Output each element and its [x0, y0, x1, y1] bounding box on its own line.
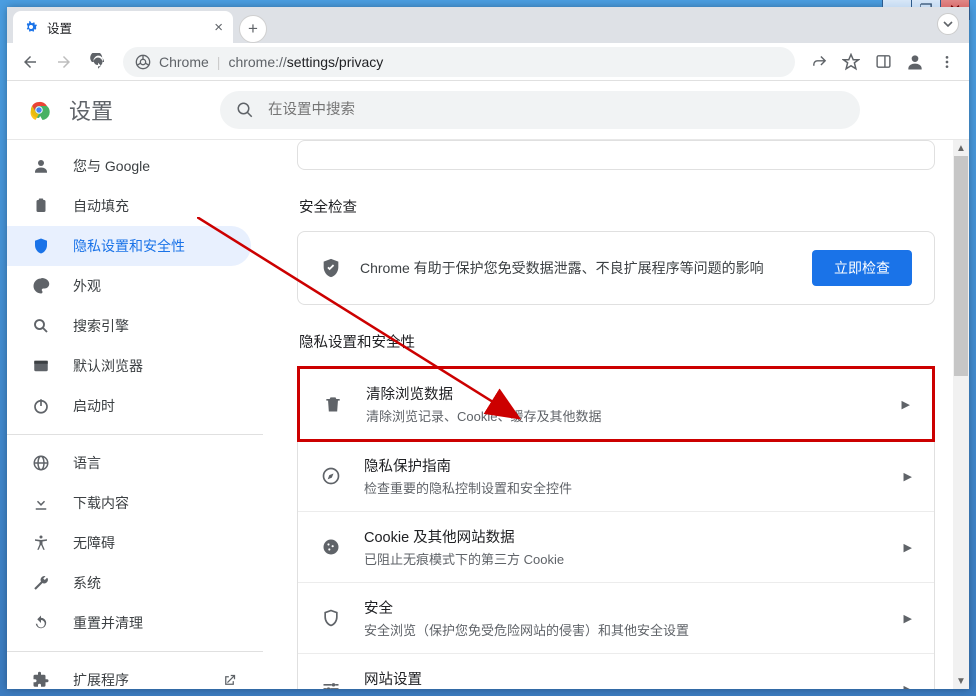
- back-button[interactable]: [15, 47, 45, 77]
- safety-check-button[interactable]: 立即检查: [812, 250, 912, 286]
- profile-avatar-icon[interactable]: [901, 48, 929, 76]
- person-icon: [31, 157, 51, 175]
- download-icon: [31, 494, 51, 512]
- chevron-right-icon: ▶: [902, 398, 910, 411]
- bookmark-star-icon[interactable]: [837, 48, 865, 76]
- extension-icon: [31, 671, 51, 689]
- sidebar-item-on-startup[interactable]: 启动时: [7, 386, 251, 426]
- scroll-up-icon[interactable]: ▲: [953, 140, 969, 156]
- scrollbar[interactable]: ▲ ▼: [953, 140, 969, 689]
- privacy-heading: 隐私设置和安全性: [299, 331, 933, 352]
- external-link-icon: [222, 673, 237, 688]
- sidebar-item-default-browser[interactable]: 默认浏览器: [7, 346, 251, 386]
- omnibox-scheme: Chrome: [159, 54, 209, 70]
- placeholder-card: [297, 140, 935, 170]
- settings-search[interactable]: [220, 91, 860, 129]
- side-panel-icon[interactable]: [869, 48, 897, 76]
- settings-main: 安全检查 Chrome 有助于保护您免受数据泄露、不良扩展程序等问题的影响 立即…: [263, 140, 969, 689]
- cookie-icon: [320, 537, 342, 557]
- search-icon: [31, 317, 51, 335]
- trash-icon: [322, 394, 344, 414]
- shield-check-icon: [320, 257, 342, 279]
- row-clear-browsing-data[interactable]: 清除浏览数据清除浏览记录、Cookie、缓存及其他数据 ▶: [297, 366, 935, 442]
- chevron-right-icon: ▶: [904, 612, 912, 625]
- forward-button[interactable]: [49, 47, 79, 77]
- safety-check-heading: 安全检查: [299, 196, 933, 217]
- tab-title: 设置: [47, 18, 206, 37]
- sidebar-item-system[interactable]: 系统: [7, 563, 251, 603]
- sidebar-item-search-engine[interactable]: 搜索引擎: [7, 306, 251, 346]
- tab-search-button[interactable]: [937, 13, 959, 35]
- tune-icon: [320, 679, 342, 689]
- tab-settings[interactable]: 设置 ×: [13, 11, 233, 43]
- gear-icon: [23, 19, 39, 35]
- scroll-down-icon[interactable]: ▼: [953, 673, 969, 689]
- sidebar-item-extensions[interactable]: 扩展程序: [7, 660, 251, 689]
- shield-outline-icon: [320, 608, 342, 628]
- share-icon[interactable]: [805, 48, 833, 76]
- reload-button[interactable]: [83, 47, 113, 77]
- chevron-right-icon: ▶: [904, 541, 912, 554]
- row-security[interactable]: 安全安全浏览（保护您免受危险网站的侵害）和其他安全设置 ▶: [298, 583, 934, 654]
- compass-icon: [320, 466, 342, 486]
- sidebar-item-downloads[interactable]: 下载内容: [7, 483, 251, 523]
- restore-icon: [31, 614, 51, 632]
- safety-check-text: Chrome 有助于保护您免受数据泄露、不良扩展程序等问题的影响: [360, 258, 794, 278]
- toolbar: Chrome | chrome://settings/privacy: [7, 43, 969, 81]
- globe-icon: [31, 454, 51, 472]
- scrollbar-thumb[interactable]: [954, 156, 968, 376]
- row-cookies[interactable]: Cookie 及其他网站数据已阻止无痕模式下的第三方 Cookie ▶: [298, 512, 934, 583]
- menu-icon[interactable]: [933, 48, 961, 76]
- sidebar-item-reset[interactable]: 重置并清理: [7, 603, 251, 643]
- chrome-logo-icon: [27, 98, 51, 122]
- sidebar-item-accessibility[interactable]: 无障碍: [7, 523, 251, 563]
- palette-icon: [31, 277, 51, 295]
- row-site-settings[interactable]: 网站设置控制网站可以使用和显示什么信息（如位置信息、摄像头、弹出式窗口及其他） …: [298, 654, 934, 689]
- browser-icon: [31, 357, 51, 375]
- row-privacy-guide[interactable]: 隐私保护指南检查重要的隐私控制设置和安全控件 ▶: [298, 441, 934, 512]
- sidebar-item-appearance[interactable]: 外观: [7, 266, 251, 306]
- power-icon: [31, 397, 51, 415]
- address-bar[interactable]: Chrome | chrome://settings/privacy: [123, 47, 795, 77]
- tab-close-icon[interactable]: ×: [214, 19, 223, 36]
- page-title: 设置: [69, 94, 113, 126]
- new-tab-button[interactable]: +: [239, 15, 267, 43]
- sidebar: 您与 Google 自动填充 隐私设置和安全性 外观 搜索引擎 默认浏览器 启动…: [7, 140, 263, 689]
- chrome-icon: [135, 54, 151, 70]
- privacy-list: 清除浏览数据清除浏览记录、Cookie、缓存及其他数据 ▶ 隐私保护指南检查重要…: [297, 366, 935, 689]
- chevron-right-icon: ▶: [904, 683, 912, 690]
- sidebar-item-autofill[interactable]: 自动填充: [7, 186, 251, 226]
- sidebar-item-privacy[interactable]: 隐私设置和安全性: [7, 226, 251, 266]
- omnibox-url: chrome://settings/privacy: [228, 54, 383, 70]
- search-icon: [236, 101, 254, 119]
- shield-icon: [31, 237, 51, 255]
- sidebar-item-you-google[interactable]: 您与 Google: [7, 146, 251, 186]
- chevron-right-icon: ▶: [904, 470, 912, 483]
- accessibility-icon: [31, 534, 51, 552]
- clipboard-icon: [31, 197, 51, 215]
- settings-search-input[interactable]: [266, 101, 844, 119]
- wrench-icon: [31, 574, 51, 592]
- tab-strip: 设置 × +: [7, 7, 969, 43]
- safety-check-card: Chrome 有助于保护您免受数据泄露、不良扩展程序等问题的影响 立即检查: [297, 231, 935, 305]
- sidebar-item-languages[interactable]: 语言: [7, 443, 251, 483]
